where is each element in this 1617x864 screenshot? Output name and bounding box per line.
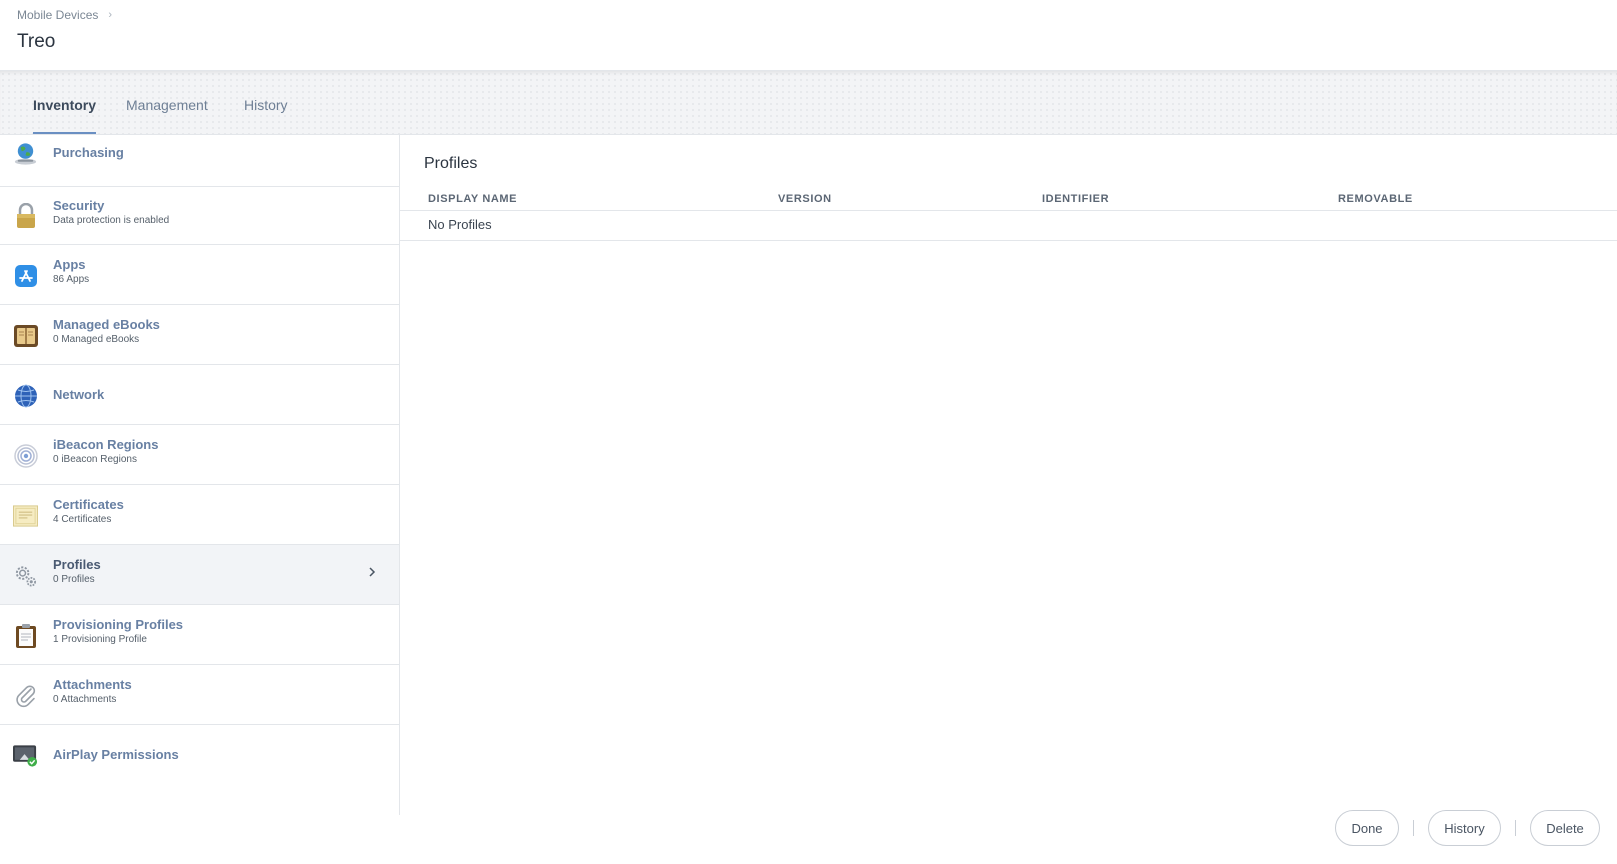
sidebar-item-profiles[interactable]: Profiles 0 Profiles xyxy=(0,545,399,605)
sidebar-item-label: Security xyxy=(53,198,105,213)
breadcrumb-mobile-devices[interactable]: Mobile Devices xyxy=(17,8,98,22)
app-store-icon xyxy=(13,263,38,288)
globe-purchasing-icon xyxy=(13,141,38,166)
sidebar-item-provisioning-profiles[interactable]: Provisioning Profiles 1 Provisioning Pro… xyxy=(0,605,399,665)
history-button[interactable]: History xyxy=(1428,810,1501,846)
sidebar-item-subtitle: 0 Attachments xyxy=(53,694,117,705)
sidebar-item-airplay-permissions[interactable]: AirPlay Permissions xyxy=(0,725,399,785)
sidebar-item-network[interactable]: Network xyxy=(0,365,399,425)
sidebar-item-subtitle: 0 Managed eBooks xyxy=(53,334,140,345)
airplay-icon xyxy=(13,743,38,768)
sidebar-item-apps[interactable]: Apps 86 Apps xyxy=(0,245,399,305)
column-header-version[interactable]: VERSION xyxy=(778,193,832,205)
sidebar-item-label: Provisioning Profiles xyxy=(53,617,184,632)
sidebar-item-subtitle: Data protection is enabled xyxy=(53,215,170,226)
sidebar-item-ibeacon-regions[interactable]: iBeacon Regions 0 iBeacon Regions xyxy=(0,425,399,485)
column-header-identifier[interactable]: IDENTIFIER xyxy=(1042,193,1109,205)
breadcrumb: Mobile Devices › xyxy=(17,8,112,22)
page-header: Mobile Devices › Treo xyxy=(0,0,1617,70)
sidebar-item-security[interactable]: Security Data protection is enabled xyxy=(0,187,399,245)
clipboard-icon xyxy=(13,623,38,648)
tab-bar: Inventory Management History xyxy=(0,70,1617,135)
certificate-icon xyxy=(13,503,38,528)
network-globe-icon xyxy=(13,383,38,408)
sidebar-item-certificates[interactable]: Certificates 4 Certificates xyxy=(0,485,399,545)
sidebar-item-attachments[interactable]: Attachments 0 Attachments xyxy=(0,665,399,725)
empty-state-text: No Profiles xyxy=(428,217,492,232)
sidebar-item-label: Attachments xyxy=(53,677,132,692)
tab-management[interactable]: Management xyxy=(126,97,208,132)
column-header-removable[interactable]: REMOVABLE xyxy=(1338,193,1413,205)
sidebar-item-label: Purchasing xyxy=(53,145,124,160)
sidebar-item-label: Network xyxy=(53,387,105,402)
page-title: Treo xyxy=(17,31,56,52)
sidebar-item-subtitle: 0 iBeacon Regions xyxy=(53,454,137,465)
tab-inventory[interactable]: Inventory xyxy=(33,97,97,134)
profiles-panel: Profiles DISPLAY NAME VERSION IDENTIFIER… xyxy=(400,135,1617,815)
sidebar-item-subtitle: 86 Apps xyxy=(53,274,90,285)
sidebar-item-label: iBeacon Regions xyxy=(53,437,159,452)
delete-button[interactable]: Delete xyxy=(1530,810,1600,846)
sidebar-item-subtitle: 4 Certificates xyxy=(53,514,112,525)
breadcrumb-separator-icon: › xyxy=(108,9,113,21)
done-button[interactable]: Done xyxy=(1335,810,1399,846)
sidebar-item-label: AirPlay Permissions xyxy=(53,747,179,762)
sidebar-item-managed-ebooks[interactable]: Managed eBooks 0 Managed eBooks xyxy=(0,305,399,365)
gears-icon xyxy=(13,563,38,588)
sidebar-item-label: Certificates xyxy=(53,497,124,512)
sidebar-item-subtitle: 1 Provisioning Profile xyxy=(53,634,147,645)
sidebar-item-label: Apps xyxy=(53,257,86,272)
footer-divider xyxy=(1515,820,1516,836)
lock-icon xyxy=(13,202,38,228)
tab-history[interactable]: History xyxy=(244,97,288,132)
paperclip-icon xyxy=(13,683,38,708)
footer-divider xyxy=(1413,820,1414,836)
sidebar-item-label: Profiles xyxy=(53,557,101,572)
sidebar-item-subtitle: 0 Profiles xyxy=(53,574,95,585)
column-header-display-name[interactable]: DISPLAY NAME xyxy=(428,193,517,205)
beacon-icon xyxy=(13,443,38,468)
table-header: DISPLAY NAME VERSION IDENTIFIER REMOVABL… xyxy=(400,189,1617,211)
sidebar-item-label: Managed eBooks xyxy=(53,317,160,332)
sidebar-item-purchasing[interactable]: Purchasing xyxy=(0,135,399,187)
section-title: Profiles xyxy=(424,155,478,172)
inventory-sidebar: Purchasing Security Data protection is e… xyxy=(0,135,400,815)
book-icon xyxy=(13,323,38,348)
table-row: No Profiles xyxy=(400,211,1617,241)
chevron-right-icon xyxy=(369,567,376,577)
